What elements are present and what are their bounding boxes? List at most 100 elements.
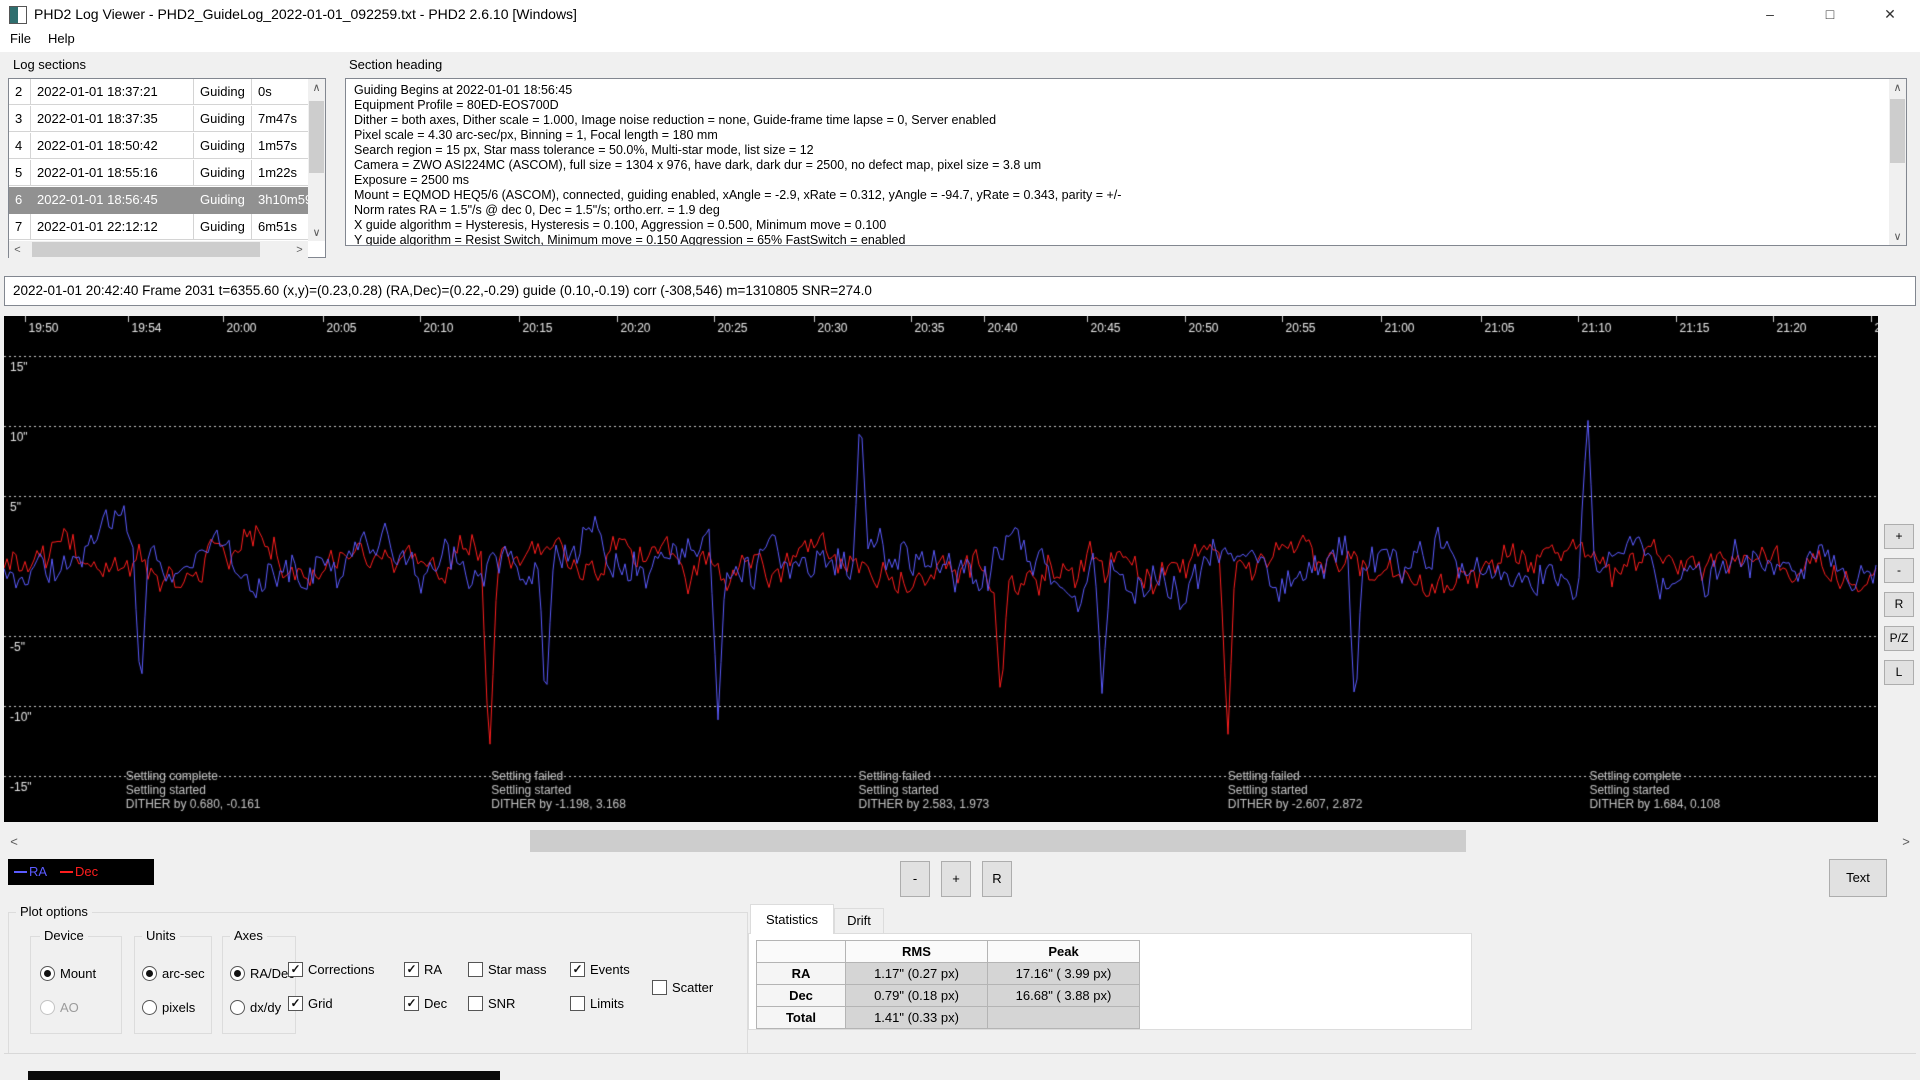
checkbox-icon — [570, 996, 585, 1011]
hscale-zoom-in-button[interactable]: + — [941, 861, 971, 897]
log-vscrollbar[interactable]: ∧ ∨ — [308, 79, 325, 241]
radio-arcsec[interactable]: arc-sec — [142, 966, 205, 981]
scroll-right-icon[interactable]: > — [291, 241, 308, 258]
scrollbar-thumb[interactable] — [530, 830, 1466, 852]
scroll-up-icon[interactable]: ∧ — [1889, 79, 1906, 96]
device-group-label: Device — [40, 929, 88, 943]
hscale-zoom-out-button[interactable]: - — [900, 861, 930, 897]
section-line: Guiding Begins at 2022-01-01 18:56:45 — [354, 83, 1874, 98]
radio-icon — [40, 966, 55, 981]
table-row[interactable]: 72022-01-01 22:12:12Guiding6m51s — [9, 214, 308, 241]
stats-dec-rms: 0.79" (0.18 px) — [846, 985, 988, 1007]
scroll-left-icon[interactable]: < — [9, 241, 26, 258]
guide-plot[interactable] — [4, 316, 1878, 822]
radio-icon — [142, 1000, 157, 1015]
radio-icon — [230, 1000, 245, 1015]
plot-pan-zoom-button[interactable]: P/Z — [1884, 626, 1914, 651]
close-button[interactable]: ✕ — [1865, 0, 1915, 28]
scroll-down-icon[interactable]: ∨ — [308, 224, 325, 241]
maximize-button[interactable]: □ — [1805, 0, 1855, 28]
checkbox-icon — [468, 996, 483, 1011]
menu-bar — [0, 28, 1920, 52]
checkbox-star-mass[interactable]: Star mass — [468, 962, 547, 977]
table-row[interactable]: 52022-01-01 18:55:16Guiding1m22s — [9, 160, 308, 187]
checkbox-corrections[interactable]: Corrections — [288, 962, 374, 977]
scrollbar-thumb[interactable] — [1890, 99, 1905, 163]
plot-reset-button[interactable]: R — [1884, 592, 1914, 617]
scrollbar-thumb[interactable] — [32, 242, 260, 257]
menu-item-help[interactable]: Help — [48, 31, 75, 46]
plot-options-label: Plot options — [16, 905, 92, 919]
log-sections-table: 22022-01-01 18:37:21Guiding0s 32022-01-0… — [8, 78, 326, 258]
section-heading-panel: Guiding Begins at 2022-01-01 18:56:45 Eq… — [345, 78, 1907, 246]
section-line: Pixel scale = 4.30 arc-sec/px, Binning =… — [354, 128, 1874, 143]
table-row[interactable]: 32022-01-01 18:37:35Guiding7m47s — [9, 106, 308, 133]
scroll-up-icon[interactable]: ∧ — [308, 79, 325, 96]
radio-pixels[interactable]: pixels — [142, 1000, 195, 1015]
hscale-reset-button[interactable]: R — [982, 861, 1012, 897]
stats-dec-peak: 16.68" ( 3.88 px) — [988, 985, 1140, 1007]
checkbox-icon — [404, 962, 419, 977]
scroll-down-icon[interactable]: ∨ — [1889, 228, 1906, 245]
text-button[interactable]: Text — [1829, 859, 1887, 897]
checkbox-dec[interactable]: Dec — [404, 996, 447, 1011]
guide-plot-canvas[interactable] — [4, 316, 1878, 822]
bottom-divider — [4, 1053, 1916, 1054]
legend-dec: Dec — [60, 864, 98, 879]
checkbox-limits[interactable]: Limits — [570, 996, 624, 1011]
stats-ra-rms: 1.17" (0.27 px) — [846, 963, 988, 985]
plot-zoom-in-button[interactable]: + — [1884, 524, 1914, 549]
section-line: Mount = EQMOD HEQ5/6 (ASCOM), connected,… — [354, 188, 1874, 203]
scroll-right-icon[interactable]: > — [1896, 830, 1916, 852]
scroll-left-icon[interactable]: < — [4, 830, 24, 852]
stats-row-label: Dec — [756, 985, 846, 1007]
checkbox-icon — [288, 962, 303, 977]
checkbox-icon — [404, 996, 419, 1011]
minimize-button[interactable]: – — [1745, 0, 1795, 28]
status-bar: 2022-01-01 20:42:40 Frame 2031 t=6355.60… — [4, 276, 1916, 306]
table-row[interactable]: 42022-01-01 18:50:42Guiding1m57s — [9, 133, 308, 160]
dec-line-sample-icon — [60, 871, 73, 873]
section-line: Equipment Profile = 80ED-EOS700D — [354, 98, 1874, 113]
phd2-log-viewer-window: PHD2 Log Viewer - PHD2_GuideLog_2022-01-… — [0, 0, 1920, 1080]
log-sections-label: Log sections — [13, 57, 86, 72]
checkbox-events[interactable]: Events — [570, 962, 630, 977]
log-hscrollbar[interactable]: < > — [9, 241, 308, 258]
section-heading-label: Section heading — [349, 57, 442, 72]
radio-ao[interactable]: AO — [40, 1000, 79, 1015]
radio-mount[interactable]: Mount — [40, 966, 96, 981]
section-line: Dither = both axes, Dither scale = 1.000… — [354, 113, 1874, 128]
section-line: Y guide algorithm = Resist Switch, Minim… — [354, 233, 1874, 246]
stats-header-blank — [756, 940, 846, 963]
units-group — [134, 936, 212, 1034]
plot-hscrollbar[interactable]: < > — [4, 830, 1916, 852]
checkbox-snr[interactable]: SNR — [468, 996, 515, 1011]
axes-group-label: Axes — [230, 929, 267, 943]
table-row[interactable]: 22022-01-01 18:37:21Guiding0s — [9, 79, 308, 106]
menu-item-file[interactable]: File — [10, 31, 31, 46]
checkbox-scatter[interactable]: Scatter — [652, 980, 713, 995]
table-row-selected[interactable]: 62022-01-01 18:56:45Guiding3h10m59s — [9, 187, 308, 214]
radio-dxdy[interactable]: dx/dy — [230, 1000, 281, 1015]
stats-total-rms: 1.41" (0.33 px) — [846, 1007, 988, 1029]
stats-total-peak — [988, 1007, 1140, 1029]
radio-radec[interactable]: RA/Dec — [230, 966, 295, 981]
radio-icon — [142, 966, 157, 981]
section-line: Exposure = 2500 ms — [354, 173, 1874, 188]
units-group-label: Units — [142, 929, 180, 943]
legend-ra: RA — [14, 864, 46, 879]
section-line: X guide algorithm = Hysteresis, Hysteres… — [354, 218, 1874, 233]
device-group — [30, 936, 122, 1034]
section-vscrollbar[interactable]: ∧ ∨ — [1889, 79, 1906, 245]
plot-l-button[interactable]: L — [1884, 660, 1914, 685]
app-icon — [9, 6, 27, 24]
checkbox-icon — [652, 980, 667, 995]
scrollbar-thumb[interactable] — [309, 101, 324, 173]
checkbox-grid[interactable]: Grid — [288, 996, 333, 1011]
tab-statistics[interactable]: Statistics — [750, 904, 834, 934]
checkbox-ra[interactable]: RA — [404, 962, 442, 977]
tab-drift[interactable]: Drift — [834, 908, 884, 934]
plot-zoom-out-button[interactable]: - — [1884, 558, 1914, 583]
checkbox-icon — [468, 962, 483, 977]
stats-row-label: Total — [756, 1007, 846, 1029]
